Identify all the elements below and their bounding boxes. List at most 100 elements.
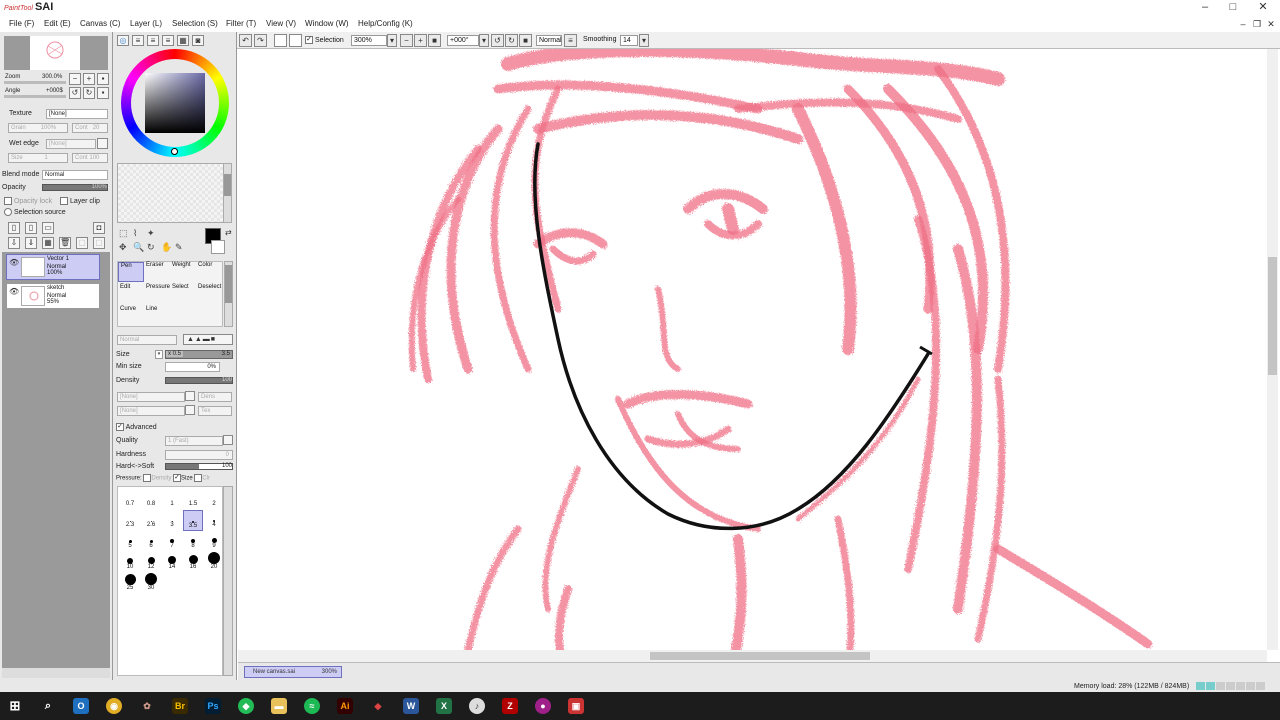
opacity-slider[interactable]: 100% <box>42 184 108 191</box>
size-dropdown[interactable]: ▾ <box>155 350 163 359</box>
quality-dropdown[interactable] <box>223 435 233 445</box>
brush-mode-select[interactable]: Normal <box>117 335 177 345</box>
tool-grid-scrollbar[interactable] <box>224 261 233 327</box>
eyedropper-icon[interactable]: ✎ <box>175 242 183 253</box>
tool-color[interactable]: Color <box>196 262 222 282</box>
rotate-ccw-icon[interactable]: ↺ <box>491 34 504 47</box>
angle-select[interactable]: +000° <box>447 35 479 46</box>
menu-edit[interactable]: Edit (E) <box>44 19 71 28</box>
tool-deselect[interactable]: Deselect <box>196 284 222 304</box>
zoom-select[interactable]: 300% <box>351 35 387 46</box>
rect-select-icon[interactable]: ⬚ <box>119 228 128 239</box>
gimp-icon[interactable]: ✿ <box>139 698 155 714</box>
brush-size-preset[interactable]: 9 <box>204 531 224 552</box>
layer-list-scrollbar[interactable] <box>2 668 110 678</box>
layer-mask-icon[interactable]: ◘ <box>93 222 105 234</box>
brush-size-preset[interactable]: 2 <box>204 489 224 510</box>
hand-icon[interactable]: ✋ <box>161 242 172 253</box>
brush-size-preset[interactable]: 30 <box>141 573 161 594</box>
selection-toggle[interactable]: ✓ Selection <box>305 36 344 44</box>
tool-curve[interactable]: Curve <box>118 306 144 326</box>
swap-colors-icon[interactable]: ⇄ <box>225 228 232 237</box>
smoothing-select[interactable]: 14 <box>620 35 638 46</box>
redo-icon[interactable]: ↷ <box>254 34 267 47</box>
angle-dropdown-icon[interactable]: ▾ <box>479 34 489 47</box>
new-layer-icon[interactable]: ▯ <box>8 222 20 234</box>
hard-soft-slider[interactable]: 100 <box>165 463 233 470</box>
selection-source-radio[interactable]: Selection source <box>4 208 66 216</box>
itunes-icon[interactable]: ♪ <box>469 698 485 714</box>
move-icon[interactable]: ✥ <box>119 242 127 253</box>
media-app-icon[interactable]: ● <box>535 698 551 714</box>
zoom-icon[interactable]: 🔍 <box>133 242 144 253</box>
spotify-icon[interactable]: ≈ <box>304 698 320 714</box>
zoom-fit-icon[interactable]: ■ <box>428 34 441 47</box>
density-slider[interactable]: 100 <box>165 377 233 384</box>
brush-size-preset[interactable]: 25 <box>120 573 140 594</box>
brush-size-preset[interactable]: 10 <box>120 552 140 573</box>
menu-canvas[interactable]: Canvas (C) <box>80 19 120 28</box>
eye-icon[interactable]: 👁 <box>9 287 19 296</box>
invert-selection-icon[interactable] <box>289 34 302 47</box>
layer-item-sketch[interactable]: 👁 sketch Normal 55% <box>6 283 100 309</box>
wet-edge-toggle[interactable] <box>97 138 108 149</box>
brush-texture-select[interactable]: [None] <box>117 392 185 402</box>
mdi-minimize-button[interactable]: – <box>1236 18 1250 30</box>
brush-size-preset[interactable]: 5 <box>120 531 140 552</box>
tool-eraser[interactable]: Eraser <box>144 262 170 282</box>
brush-paper-toggle[interactable] <box>185 405 195 415</box>
rotate-right-button[interactable]: ↻ <box>83 87 95 99</box>
color-mixer-tab-icon[interactable]: ≡ <box>162 35 174 46</box>
hardness-slider[interactable]: 0 <box>165 450 233 460</box>
zoom-slider[interactable] <box>4 81 66 84</box>
flip-view-icon[interactable]: ≡ <box>564 34 577 47</box>
swatch-scrollbar[interactable] <box>223 163 232 223</box>
new-linework-layer-icon[interactable]: ▯ <box>25 222 37 234</box>
sai-active-icon[interactable]: ◆ <box>238 698 254 714</box>
filezilla-icon[interactable]: Z <box>502 698 518 714</box>
rotate-cw-icon[interactable]: ↻ <box>505 34 518 47</box>
swatches-tab-icon[interactable]: ▦ <box>177 35 189 46</box>
brush-texture-toggle[interactable] <box>185 391 195 401</box>
brush-shape-selector[interactable]: ▲▲▬■ <box>183 334 233 345</box>
zoom-in-icon[interactable]: + <box>414 34 427 47</box>
zoom-out-icon[interactable]: − <box>400 34 413 47</box>
mdi-restore-button[interactable]: ❐ <box>1250 18 1264 30</box>
maximize-button[interactable]: □ <box>1218 0 1248 16</box>
close-button[interactable]: ✕ <box>1248 0 1278 16</box>
brush-size-preset[interactable]: 20 <box>204 552 224 573</box>
brush-size-preset[interactable]: 7 <box>162 531 182 552</box>
eye-icon[interactable]: 👁 <box>9 258 19 267</box>
brush-size-preset[interactable]: 0.8 <box>141 489 161 510</box>
color-wheel[interactable] <box>121 49 229 157</box>
brush-size-preset[interactable]: 12 <box>141 552 161 573</box>
size-slider[interactable]: x 0.5 3.5 <box>165 350 233 359</box>
brush-size-preset[interactable]: 3.5 <box>183 510 203 531</box>
tool-line[interactable]: Line <box>144 306 170 326</box>
search-icon[interactable]: ⌕ <box>40 698 56 714</box>
advanced-checkbox[interactable]: ✓ Advanced <box>116 423 157 431</box>
clear-layer-icon[interactable]: ▦ <box>42 237 54 249</box>
zoom-dropdown-icon[interactable]: ▾ <box>387 34 397 47</box>
mdi-close-button[interactable]: ✕ <box>1264 18 1278 30</box>
menu-window[interactable]: Window (W) <box>305 19 349 28</box>
secondary-color-swatch[interactable] <box>211 240 225 254</box>
color-wheel-tab-icon[interactable]: ◎ <box>117 35 129 46</box>
new-folder-icon[interactable]: ▭ <box>42 222 54 234</box>
excel-icon[interactable]: X <box>436 698 452 714</box>
layer-extra-icon[interactable]: ▢ <box>93 237 105 249</box>
lasso-icon[interactable]: ⌇ <box>133 228 137 239</box>
undo-icon[interactable]: ↶ <box>239 34 252 47</box>
saturation-value-square[interactable] <box>145 73 205 133</box>
brush-size-scrollbar[interactable] <box>223 486 233 676</box>
file-explorer-icon[interactable]: ▬ <box>271 698 287 714</box>
brush-size-preset[interactable]: 4 <box>204 510 224 531</box>
brush-size-preset[interactable]: 2.6 <box>141 510 161 531</box>
tool-pen[interactable]: Pen <box>118 262 144 282</box>
brush-size-preset[interactable]: 3 <box>162 510 182 531</box>
canvas-vertical-scrollbar[interactable] <box>1267 49 1278 650</box>
document-tab[interactable]: New canvas.sai 300% <box>244 666 342 678</box>
opacity-lock-checkbox[interactable]: Opacity lock <box>4 197 52 205</box>
tool-pressure[interactable]: Pressure <box>144 284 170 304</box>
scratchpad-tab-icon[interactable]: ◙ <box>192 35 204 46</box>
